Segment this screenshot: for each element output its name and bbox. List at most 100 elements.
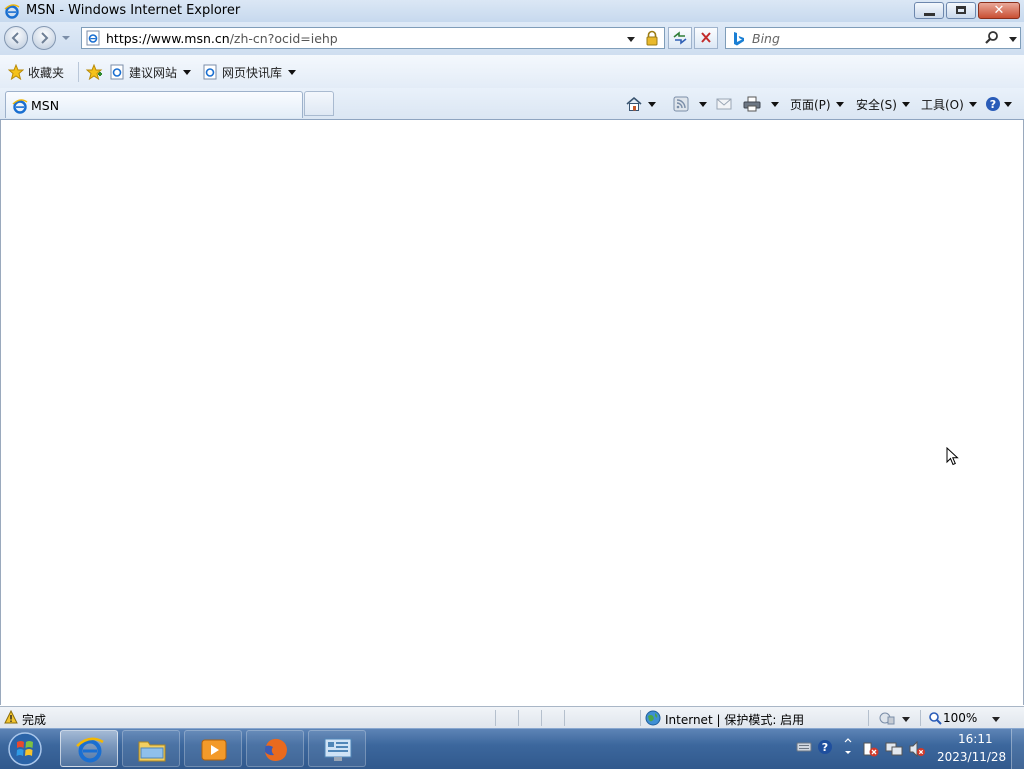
taskbar-media-player-button[interactable] — [184, 730, 242, 767]
zoom-icon — [929, 712, 942, 725]
ie-icon — [4, 4, 20, 19]
favorites-button[interactable]: 收藏夹 — [8, 63, 64, 81]
security-zone-text[interactable]: Internet | 保护模式: 启用 — [665, 711, 804, 728]
help-button[interactable]: ? — [985, 95, 1012, 113]
status-bar: 完成 Internet | 保护模式: 启用 100% — [0, 706, 1024, 729]
help-icon[interactable]: ? — [817, 739, 833, 755]
network-icon[interactable] — [885, 741, 903, 757]
ie-page-icon — [86, 30, 100, 46]
warning-icon — [4, 710, 18, 724]
action-center-warning-icon[interactable] — [862, 741, 880, 757]
read-mail-button[interactable] — [716, 95, 732, 113]
address-url: https://www.msn.cn/zh-cn?ocid=iehp — [106, 31, 338, 46]
ie-icon — [12, 99, 28, 114]
feeds-button[interactable] — [673, 95, 707, 113]
chevron-down-icon — [183, 69, 192, 75]
mail-icon — [716, 98, 732, 110]
chevron-down-icon — [288, 69, 297, 75]
close-button[interactable]: ✕ — [978, 2, 1020, 19]
chevron-down-icon[interactable] — [648, 101, 656, 107]
chevron-down-icon — [901, 101, 910, 107]
stop-icon — [701, 32, 711, 43]
print-icon — [743, 96, 761, 112]
close-icon: ✕ — [993, 3, 1005, 18]
ie-page-icon — [110, 64, 124, 80]
forward-button[interactable] — [32, 26, 56, 50]
search-icon[interactable] — [984, 30, 1000, 46]
svg-text:?: ? — [990, 98, 996, 111]
print-button[interactable] — [743, 95, 779, 113]
home-button[interactable] — [625, 95, 656, 113]
clock-time[interactable]: 16:11 — [958, 732, 993, 746]
restore-icon — [956, 6, 966, 14]
taskbar-firefox-button[interactable] — [246, 730, 304, 767]
chevron-down-icon[interactable] — [902, 717, 910, 722]
web-slice-gallery-item[interactable]: 网页快讯库 — [202, 63, 297, 81]
separator — [518, 710, 519, 726]
add-to-favorites-bar-button[interactable] — [86, 63, 108, 81]
tab-label: MSN — [31, 98, 60, 113]
restore-button[interactable] — [946, 2, 976, 19]
taskbar-ie-button[interactable] — [60, 730, 118, 767]
separator — [920, 710, 921, 726]
new-tab-button[interactable] — [304, 91, 334, 116]
chevron-down-icon — [968, 101, 977, 107]
clock-date[interactable]: 2023/11/28 — [937, 750, 1006, 764]
address-bar[interactable]: https://www.msn.cn/zh-cn?ocid=iehp — [81, 27, 665, 49]
stop-button[interactable] — [694, 27, 718, 49]
zoom-level[interactable]: 100% — [943, 711, 977, 725]
address-dropdown[interactable] — [627, 37, 635, 42]
web-slice-gallery-label: 网页快讯库 — [222, 65, 283, 80]
chevron-down-icon[interactable] — [771, 101, 779, 107]
url-host: https://www.msn.cn — [106, 31, 230, 46]
favorites-star-icon — [8, 64, 24, 80]
taskbar-control-panel-button[interactable] — [308, 730, 366, 767]
volume-muted-icon[interactable] — [908, 741, 926, 757]
search-dropdown[interactable] — [1009, 37, 1017, 42]
chevron-down-icon[interactable] — [699, 101, 707, 107]
chevron-down-icon — [1004, 101, 1012, 107]
minimize-button[interactable] — [914, 2, 944, 19]
favorites-label: 收藏夹 — [28, 65, 65, 80]
show-desktop-button[interactable] — [1011, 729, 1024, 769]
title-bar: MSN - Windows Internet Explorer ✕ — [0, 0, 1024, 23]
bing-icon — [734, 32, 744, 46]
show-hidden-icons-icon[interactable] — [842, 737, 854, 759]
tab-msn[interactable]: MSN — [5, 91, 303, 118]
media-player-icon — [201, 739, 227, 761]
home-icon — [626, 96, 642, 111]
start-button[interactable] — [6, 731, 44, 767]
control-panel-icon — [324, 738, 352, 761]
svg-text:?: ? — [822, 741, 828, 754]
ie-page-icon — [203, 64, 217, 80]
tools-menu[interactable]: 工具(O) — [921, 95, 977, 113]
safety-menu[interactable]: 安全(S) — [856, 95, 910, 113]
safety-menu-label: 安全(S) — [856, 97, 897, 112]
recent-pages-dropdown[interactable] — [62, 36, 70, 40]
suggested-sites-item[interactable]: 建议网站 — [109, 63, 192, 81]
protected-mode-icon[interactable] — [878, 711, 896, 725]
page-content[interactable] — [0, 120, 1024, 705]
keyboard-icon[interactable] — [796, 741, 812, 753]
back-icon — [11, 32, 19, 44]
firefox-icon — [265, 738, 287, 761]
search-box[interactable]: Bing — [725, 27, 1021, 49]
page-menu[interactable]: 页面(P) — [790, 95, 844, 113]
separator — [541, 710, 542, 726]
favorites-bar: 收藏夹 建议网站 网页快讯库 — [0, 55, 1024, 88]
chevron-down-icon[interactable] — [992, 717, 1000, 722]
help-icon: ? — [986, 97, 1000, 111]
refresh-button[interactable] — [668, 27, 692, 49]
chevron-down-icon — [835, 101, 844, 107]
taskbar-explorer-button[interactable] — [122, 730, 180, 767]
window-controls: ✕ — [912, 2, 1020, 20]
separator — [640, 710, 641, 726]
globe-icon — [645, 710, 661, 726]
separator — [564, 710, 565, 726]
lock-icon[interactable] — [644, 30, 660, 46]
minimize-icon — [924, 13, 935, 16]
tab-row: MSN 页面(P) 安全(S) 工具(O) ? — [0, 88, 1024, 120]
explorer-folder-icon — [138, 741, 166, 762]
mouse-cursor-icon — [946, 447, 959, 466]
back-button[interactable] — [4, 26, 28, 50]
